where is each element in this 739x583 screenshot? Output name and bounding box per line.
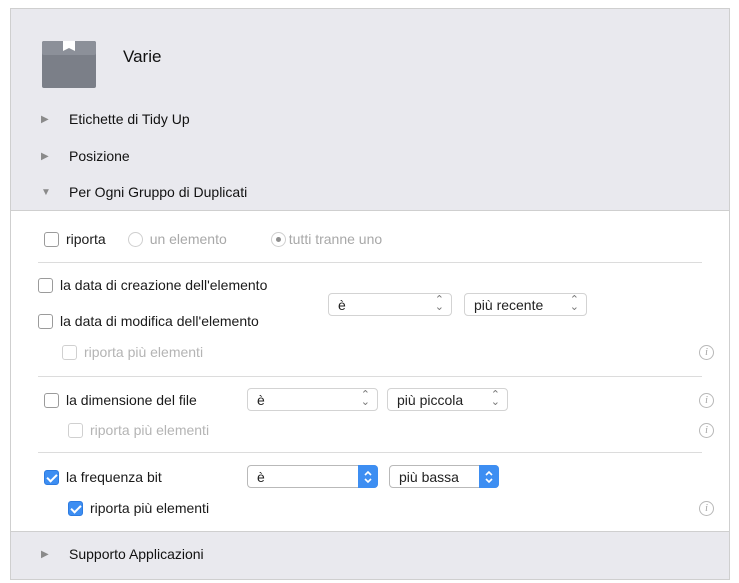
bitrate-row: la frequenza bit <box>44 469 162 485</box>
section-duplicates[interactable]: ▼ Per Ogni Gruppo di Duplicati <box>41 184 247 200</box>
section-label: Supporto Applicazioni <box>69 546 204 562</box>
bitrate-checkbox[interactable] <box>44 469 59 485</box>
select-value: è <box>257 468 265 485</box>
date-report-more-checkbox[interactable] <box>62 344 77 360</box>
size-operator-select[interactable]: è ⌃ ⌄ <box>247 388 378 411</box>
creation-date-row: la data di creazione dell'elemento <box>38 277 267 293</box>
settings-panel: Varie ▶ Etichette di Tidy Up ▶ Posizione… <box>10 8 730 580</box>
date-report-more-label: riporta più elementi <box>84 344 204 360</box>
updown-chevron-icon <box>479 465 499 488</box>
updown-chevron-icon: ⌃ ⌄ <box>434 294 444 313</box>
section-position[interactable]: ▶ Posizione <box>41 148 130 164</box>
info-icon[interactable]: i <box>699 501 714 516</box>
bitrate-report-more-row: riporta più elementi <box>68 500 209 516</box>
select-value: più bassa <box>399 468 459 485</box>
divider <box>38 376 702 377</box>
bitrate-operator-select[interactable]: è <box>247 465 378 488</box>
all-but-one-radio[interactable] <box>270 231 286 247</box>
size-value-select[interactable]: più piccola ⌃ ⌄ <box>387 388 508 411</box>
bitrate-report-more-checkbox[interactable] <box>68 500 83 516</box>
one-item-label: un elemento <box>149 231 227 247</box>
disclosure-right-icon: ▶ <box>41 548 49 560</box>
disclosure-right-icon: ▶ <box>41 150 49 162</box>
date-value-select[interactable]: più recente ⌃ ⌄ <box>464 293 587 316</box>
modification-date-row: la data di modifica dell'elemento <box>38 313 259 329</box>
date-report-more-row: riporta più elementi <box>62 344 203 360</box>
header-area: Varie ▶ Etichette di Tidy Up ▶ Posizione… <box>11 9 729 211</box>
box-icon <box>42 41 96 88</box>
report-label: riporta <box>66 231 106 247</box>
updown-chevron-icon: ⌃ ⌄ <box>360 389 370 408</box>
all-but-one-label: tutti tranne uno <box>288 231 383 247</box>
modification-date-label: la data di modifica dell'elemento <box>60 313 259 329</box>
updown-chevron-icon: ⌃ ⌄ <box>569 294 579 313</box>
disclosure-down-icon: ▼ <box>41 186 51 198</box>
file-size-label: la dimensione del file <box>66 392 197 408</box>
select-value: più piccola <box>397 391 464 408</box>
report-row: riporta un elemento tutti tranne uno <box>44 231 382 247</box>
file-size-row: la dimensione del file <box>44 392 197 408</box>
select-value: è <box>338 296 346 313</box>
size-report-more-label: riporta più elementi <box>90 422 210 438</box>
size-report-more-checkbox[interactable] <box>68 422 83 438</box>
updown-chevron-icon <box>358 465 378 488</box>
divider <box>38 452 702 453</box>
info-icon[interactable]: i <box>699 423 714 438</box>
section-app-support[interactable]: ▶ Supporto Applicazioni <box>41 546 204 562</box>
creation-date-label: la data di creazione dell'elemento <box>60 277 268 293</box>
select-value: è <box>257 391 265 408</box>
one-item-radio[interactable] <box>127 231 143 247</box>
select-value: più recente <box>474 296 544 313</box>
bitrate-label: la frequenza bit <box>66 469 162 485</box>
file-size-checkbox[interactable] <box>44 392 59 408</box>
section-label: Per Ogni Gruppo di Duplicati <box>69 184 248 200</box>
date-operator-select[interactable]: è ⌃ ⌄ <box>328 293 452 316</box>
footer-area: ▶ Supporto Applicazioni <box>11 531 729 579</box>
section-label: Posizione <box>69 148 130 164</box>
section-tidy-tags[interactable]: ▶ Etichette di Tidy Up <box>41 111 190 127</box>
info-icon[interactable]: i <box>699 393 714 408</box>
report-checkbox[interactable] <box>44 231 59 247</box>
section-label: Etichette di Tidy Up <box>69 111 190 127</box>
size-report-more-row: riporta più elementi <box>68 422 209 438</box>
bitrate-value-select[interactable]: più bassa <box>389 465 499 488</box>
page-title: Varie <box>123 47 162 66</box>
creation-date-checkbox[interactable] <box>38 277 53 293</box>
info-icon[interactable]: i <box>699 345 714 360</box>
divider <box>38 262 702 263</box>
disclosure-right-icon: ▶ <box>41 113 49 125</box>
bitrate-report-more-label: riporta più elementi <box>90 500 210 516</box>
updown-chevron-icon: ⌃ ⌄ <box>490 389 500 408</box>
modification-date-checkbox[interactable] <box>38 313 53 329</box>
